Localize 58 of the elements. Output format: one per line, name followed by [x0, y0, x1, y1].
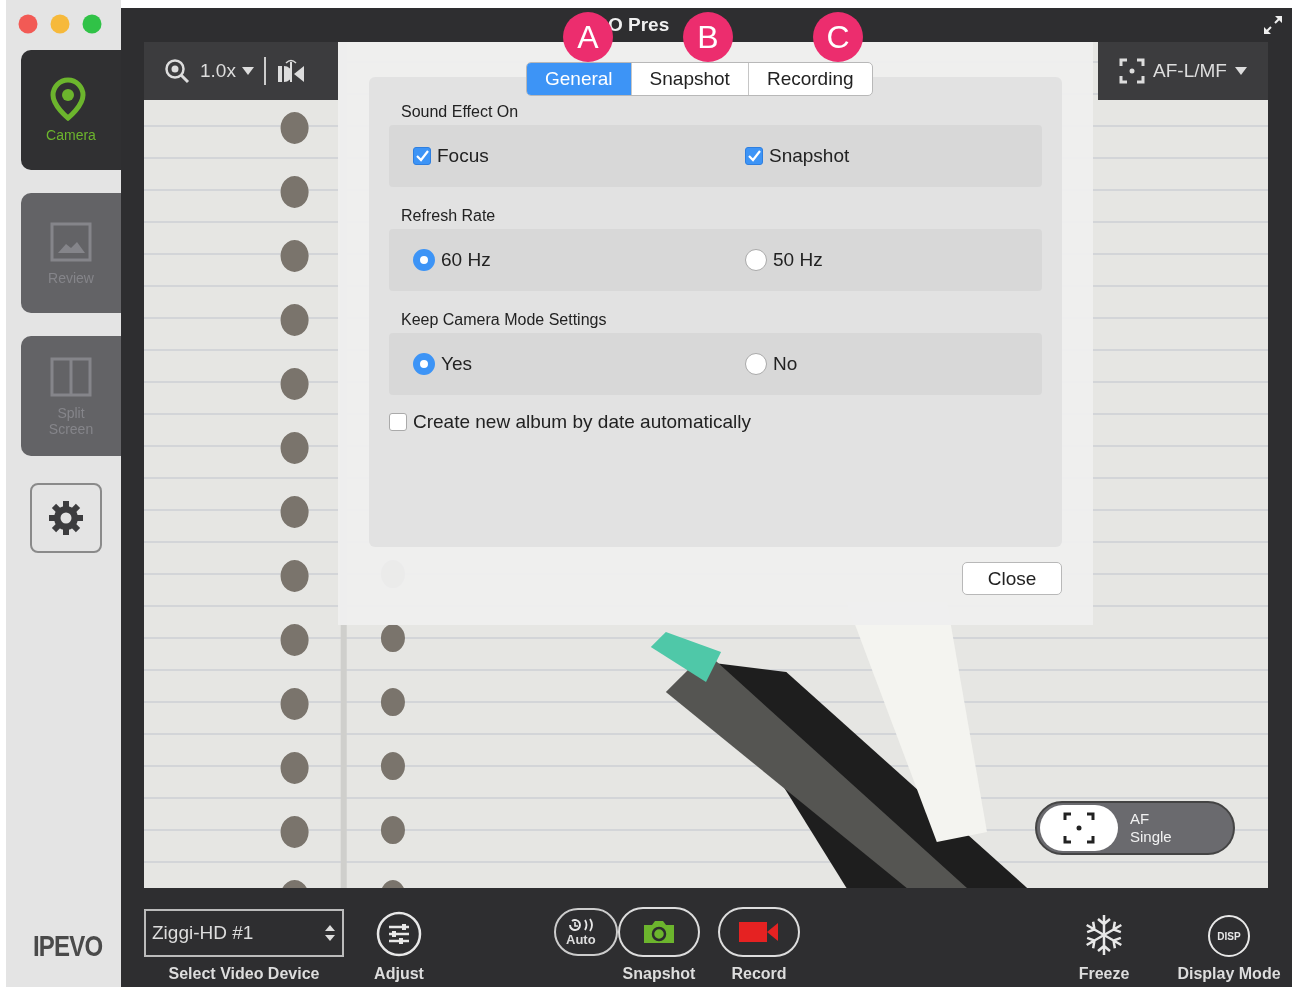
- video-device-select[interactable]: Ziggi-HD #1: [144, 909, 344, 957]
- snapshot-button[interactable]: [618, 907, 700, 957]
- checkmark-icon: [747, 150, 761, 162]
- radio-button[interactable]: [745, 353, 767, 375]
- focus-icon: [1063, 812, 1095, 844]
- split-screen-icon: [48, 355, 94, 399]
- video-camera-icon: [739, 921, 779, 943]
- section-label: Refresh Rate: [401, 207, 497, 225]
- brand-logo: IPEVO: [33, 929, 103, 963]
- stepper-icon: [324, 923, 336, 943]
- autofocus-toggle[interactable]: AF Single: [1035, 801, 1235, 855]
- toolbar-label: Record: [731, 965, 787, 983]
- section-label: Sound Effect On: [401, 103, 520, 121]
- window-control-icon: [50, 14, 70, 34]
- checkbox[interactable]: [389, 413, 407, 431]
- option-label: 50 Hz: [773, 249, 823, 271]
- checkbox[interactable]: [413, 147, 431, 165]
- toolbar-label: Snapshot: [621, 965, 697, 983]
- autofocus-mode: Single: [1130, 828, 1172, 846]
- option-label: 60 Hz: [441, 249, 491, 271]
- focus-icon: [1119, 58, 1146, 84]
- toolbar-label: Select Video Device: [168, 965, 320, 983]
- image-icon: [48, 220, 94, 264]
- dialog-tab[interactable]: Snapshot: [630, 63, 748, 95]
- adjust-icon[interactable]: [376, 911, 422, 957]
- option-label: Focus: [437, 145, 489, 167]
- settings-button[interactable]: [30, 483, 102, 553]
- autofocus-label: AF: [1130, 810, 1151, 828]
- expand-icon: [1262, 14, 1284, 36]
- dialog-tab[interactable]: Recording: [747, 63, 872, 95]
- radio-button[interactable]: [413, 249, 435, 271]
- toolbar-label: Adjust: [374, 965, 424, 983]
- window-control-icon: [82, 14, 102, 34]
- window-control-icon: [18, 14, 38, 34]
- auto-snapshot-button[interactable]: Auto: [554, 908, 618, 956]
- camera-icon: [642, 919, 676, 945]
- radio-button[interactable]: [413, 353, 435, 375]
- caret-icon: [241, 67, 254, 75]
- option-label: Snapshot: [769, 145, 850, 167]
- checkmark-icon: [415, 150, 429, 162]
- toolbar-label: Freeze: [1078, 965, 1130, 983]
- close-button[interactable]: Close: [962, 562, 1062, 595]
- sidebar-tab[interactable]: Camera: [21, 50, 121, 170]
- option-label: No: [773, 353, 798, 375]
- flip-icon[interactable]: [275, 58, 306, 84]
- zoom-dropdown[interactable]: 1.0x: [200, 60, 254, 82]
- section-label: Keep Camera Mode Settings: [401, 311, 608, 329]
- focus-mode-dropdown[interactable]: AF-L/MF: [1098, 42, 1268, 100]
- settings-icon: [48, 500, 84, 536]
- checkbox[interactable]: [745, 147, 763, 165]
- record-button[interactable]: [718, 907, 800, 957]
- caret-icon: [1234, 67, 1247, 75]
- option-label: Yes: [441, 353, 472, 375]
- display-mode-button[interactable]: DISP: [1208, 915, 1250, 957]
- toolbar-label: Display Mode: [1177, 965, 1281, 983]
- zoom-icon: [164, 58, 190, 84]
- option-label: Create new album by date automatically: [413, 411, 751, 433]
- radio-button[interactable]: [745, 249, 767, 271]
